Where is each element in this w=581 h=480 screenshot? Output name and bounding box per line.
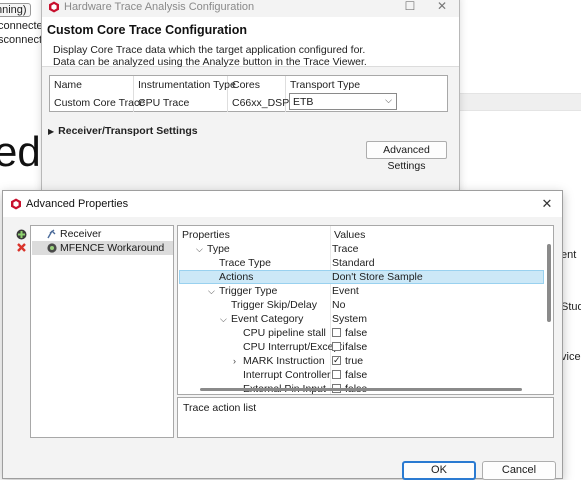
workaround-icon — [47, 243, 57, 253]
adv-dialog-title: Advanced Properties — [26, 198, 129, 210]
background-fragment: connected — [0, 20, 42, 32]
advanced-settings-button[interactable]: Advanced Settings — [366, 141, 447, 172]
app-logo-icon — [11, 198, 21, 210]
settings-tree: Receiver MFENCE Workaround — [30, 225, 174, 438]
trace-config-table: Name Instrumentation Type Cores Transpor… — [49, 75, 448, 112]
cancel-button[interactable]: Cancel — [482, 461, 556, 480]
property-label: Interrupt Controller — [243, 369, 331, 381]
property-row-interrupt-controller[interactable]: Interrupt Controller false — [179, 368, 544, 382]
advanced-properties-dialog: Advanced Properties ✕ Receiver MFENCE Wo… — [2, 190, 563, 480]
vertical-scrollbar[interactable] — [545, 236, 553, 383]
tree-item-receiver[interactable]: Receiver — [32, 227, 173, 241]
properties-table: Properties Values ⌵ Type Trace Trace Typ… — [177, 225, 554, 395]
property-label: MARK Instruction — [243, 355, 325, 367]
background-right-panel: ent Stud vice — [560, 190, 581, 479]
hw-dialog-header: Custom Core Trace Configuration Display … — [42, 17, 459, 68]
property-row-cpu-pipeline-stall[interactable]: CPU pipeline stall false — [179, 326, 544, 340]
background-fragment: Stud — [561, 301, 581, 313]
chevron-down-icon[interactable]: ⌵ — [220, 312, 227, 326]
hw-description-line-1: Display Core Trace data which the target… — [53, 44, 366, 56]
close-icon[interactable]: ✕ — [430, 0, 454, 15]
property-value: Standard — [332, 257, 375, 269]
property-label: Trace Type — [219, 257, 271, 269]
tree-item-label: MFENCE Workaround — [60, 242, 165, 254]
tree-item-label: Receiver — [60, 228, 102, 240]
app-logo-icon — [49, 1, 59, 13]
property-row-trigger-skip-delay[interactable]: Trigger Skip/Delay No — [179, 298, 544, 312]
property-value: false — [345, 369, 368, 381]
property-description-panel: Trace action list — [177, 397, 554, 438]
ok-button[interactable]: OK — [402, 461, 476, 480]
property-value: Don't Store Sample — [332, 271, 423, 283]
property-row-trace-type[interactable]: Trace Type Standard — [179, 256, 544, 270]
checkbox[interactable] — [332, 370, 341, 379]
property-label: Type — [207, 243, 230, 255]
chevron-down-icon: ⌵ — [385, 95, 392, 105]
chevron-down-icon[interactable]: ⌵ — [208, 284, 215, 298]
property-value: No — [332, 299, 346, 311]
checkbox[interactable] — [332, 328, 341, 337]
expand-triangle-icon: ▶ — [48, 127, 55, 136]
property-value: Event — [332, 285, 359, 297]
receiver-transport-settings-label: Receiver/Transport Settings — [58, 125, 198, 137]
values-column-header[interactable]: Values — [334, 229, 365, 241]
column-header-transport-type[interactable]: Transport Type — [290, 79, 360, 91]
checkbox[interactable] — [332, 342, 341, 351]
column-header-cores[interactable]: Cores — [232, 79, 260, 91]
scrollbar-thumb[interactable] — [200, 388, 522, 391]
checkbox-checked[interactable]: ✓ — [332, 356, 341, 365]
transport-type-value: ETB — [293, 96, 314, 108]
property-row-actions[interactable]: Actions Don't Store Sample — [179, 270, 544, 284]
cell-instrumentation-type[interactable]: CPU Trace — [138, 97, 189, 109]
column-header-instrumentation-type[interactable]: Instrumentation Type — [138, 79, 236, 91]
background-fragment: vice — [561, 351, 581, 363]
transport-type-select[interactable]: ETB ⌵ — [289, 93, 397, 110]
chevron-down-icon[interactable]: ⌵ — [196, 242, 203, 256]
hw-header-title: Custom Core Trace Configuration — [47, 23, 248, 37]
property-value: false — [345, 341, 368, 353]
receiver-transport-settings-toggle[interactable]: ▶ Receiver/Transport Settings — [48, 125, 198, 137]
property-row-cpu-interrupt-exception[interactable]: CPU Interrupt/Excepti false — [179, 340, 544, 354]
property-label: CPU Interrupt/Excepti — [243, 341, 345, 353]
property-value: false — [345, 327, 368, 339]
background-fragment: sconnecte — [0, 34, 42, 46]
hw-dialog-titlebar[interactable]: Hardware Trace Analysis Configuration ☐ … — [42, 0, 459, 17]
adv-dialog-titlebar[interactable]: Advanced Properties ✕ — [3, 191, 562, 217]
hw-description-line-2: Data can be analyzed using the Analyze b… — [53, 56, 367, 68]
tree-item-mfence-workaround[interactable]: MFENCE Workaround — [32, 241, 173, 255]
remove-icon[interactable] — [15, 241, 28, 254]
property-label: Actions — [219, 271, 254, 283]
background-big-text: ed — [0, 128, 41, 175]
property-row-type[interactable]: ⌵ Type Trace — [179, 242, 544, 256]
property-value: Trace — [332, 243, 359, 255]
maximize-icon[interactable]: ☐ — [398, 0, 422, 15]
property-row-mark-instruction[interactable]: › MARK Instruction ✓ true — [179, 354, 544, 368]
property-row-event-category[interactable]: ⌵ Event Category System — [179, 312, 544, 326]
close-icon[interactable]: ✕ — [538, 195, 556, 213]
property-description: Trace action list — [183, 402, 257, 414]
chevron-right-icon[interactable]: › — [233, 354, 236, 368]
property-row-trigger-type[interactable]: ⌵ Trigger Type Event — [179, 284, 544, 298]
property-label: Event Category — [231, 313, 304, 325]
horizontal-scrollbar[interactable] — [178, 384, 546, 394]
properties-column-header[interactable]: Properties — [182, 229, 230, 241]
hw-trace-config-dialog: Hardware Trace Analysis Configuration ☐ … — [41, 0, 460, 194]
property-value: System — [332, 313, 368, 325]
property-label: Trigger Type — [219, 285, 278, 297]
receiver-icon — [47, 229, 56, 239]
cell-name[interactable]: Custom Core Trace — [54, 97, 145, 109]
property-label: Trigger Skip/Delay — [231, 299, 317, 311]
scrollbar-thumb[interactable] — [547, 244, 551, 322]
property-value: true — [345, 355, 364, 367]
property-label: CPU pipeline stall — [243, 327, 326, 339]
background-fragment: ent — [561, 249, 577, 261]
background-fragment-button: nning) — [0, 3, 31, 17]
add-receiver-icon[interactable] — [15, 228, 28, 241]
column-header-name[interactable]: Name — [54, 79, 82, 91]
cell-cores[interactable]: C66xx_DSP1 — [232, 97, 295, 109]
hw-dialog-title: Hardware Trace Analysis Configuration — [64, 1, 255, 13]
